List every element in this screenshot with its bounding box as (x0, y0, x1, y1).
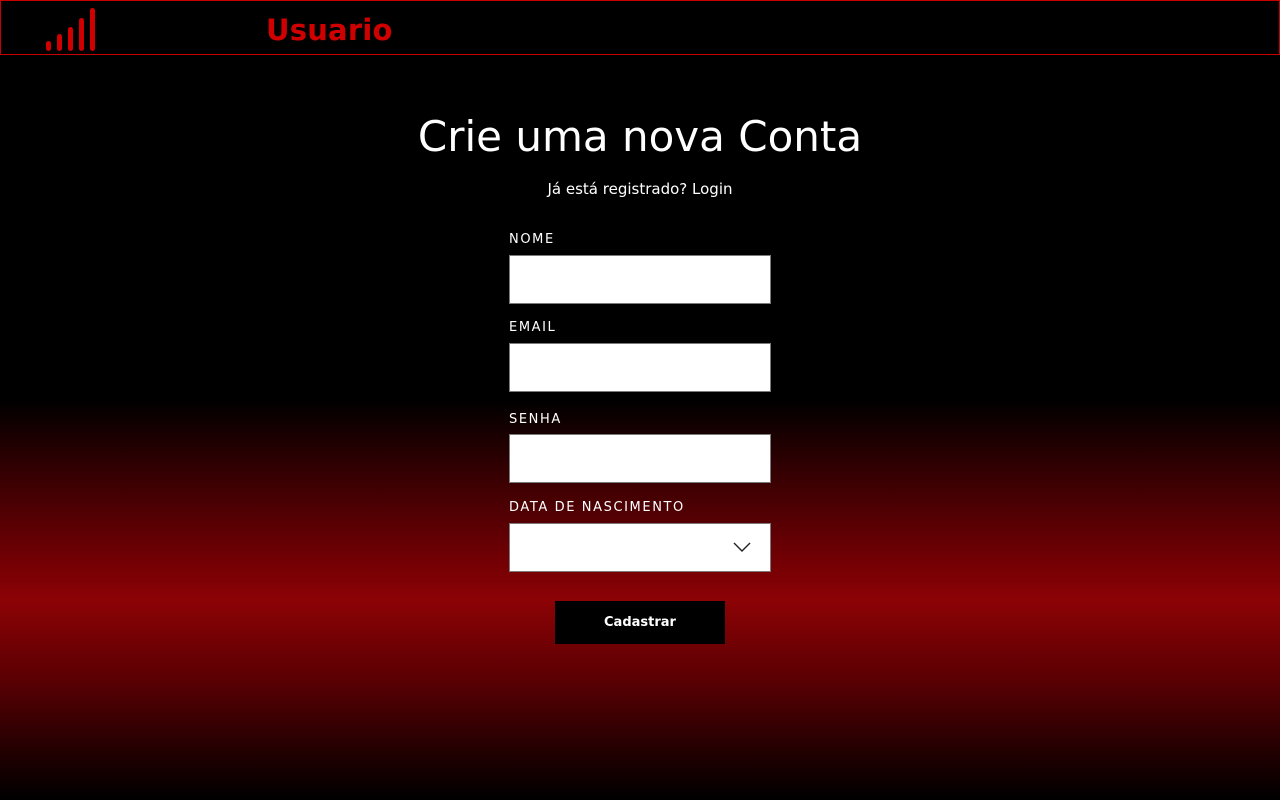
login-prompt-text: Já está registrado? (547, 180, 688, 198)
brand-title[interactable]: Usuario (266, 10, 393, 50)
email-field[interactable] (509, 343, 771, 392)
birthdate-select[interactable] (509, 523, 771, 572)
page-title: Crie uma nova Conta (417, 112, 863, 161)
password-field[interactable] (509, 434, 771, 483)
chevron-down-icon (733, 542, 751, 552)
name-field[interactable] (509, 255, 771, 304)
email-label: EMAIL (509, 320, 557, 335)
submit-button[interactable]: Cadastrar (555, 601, 725, 644)
login-link[interactable]: Login (692, 180, 732, 198)
signal-bars-icon[interactable] (45, 7, 97, 51)
top-bar: Usuario (0, 0, 1280, 55)
password-label: SENHA (509, 412, 562, 427)
login-prompt: Já está registrado? Login (0, 178, 1280, 200)
birthdate-label: DATA DE NASCIMENTO (509, 500, 685, 515)
name-label: NOME (509, 232, 555, 247)
